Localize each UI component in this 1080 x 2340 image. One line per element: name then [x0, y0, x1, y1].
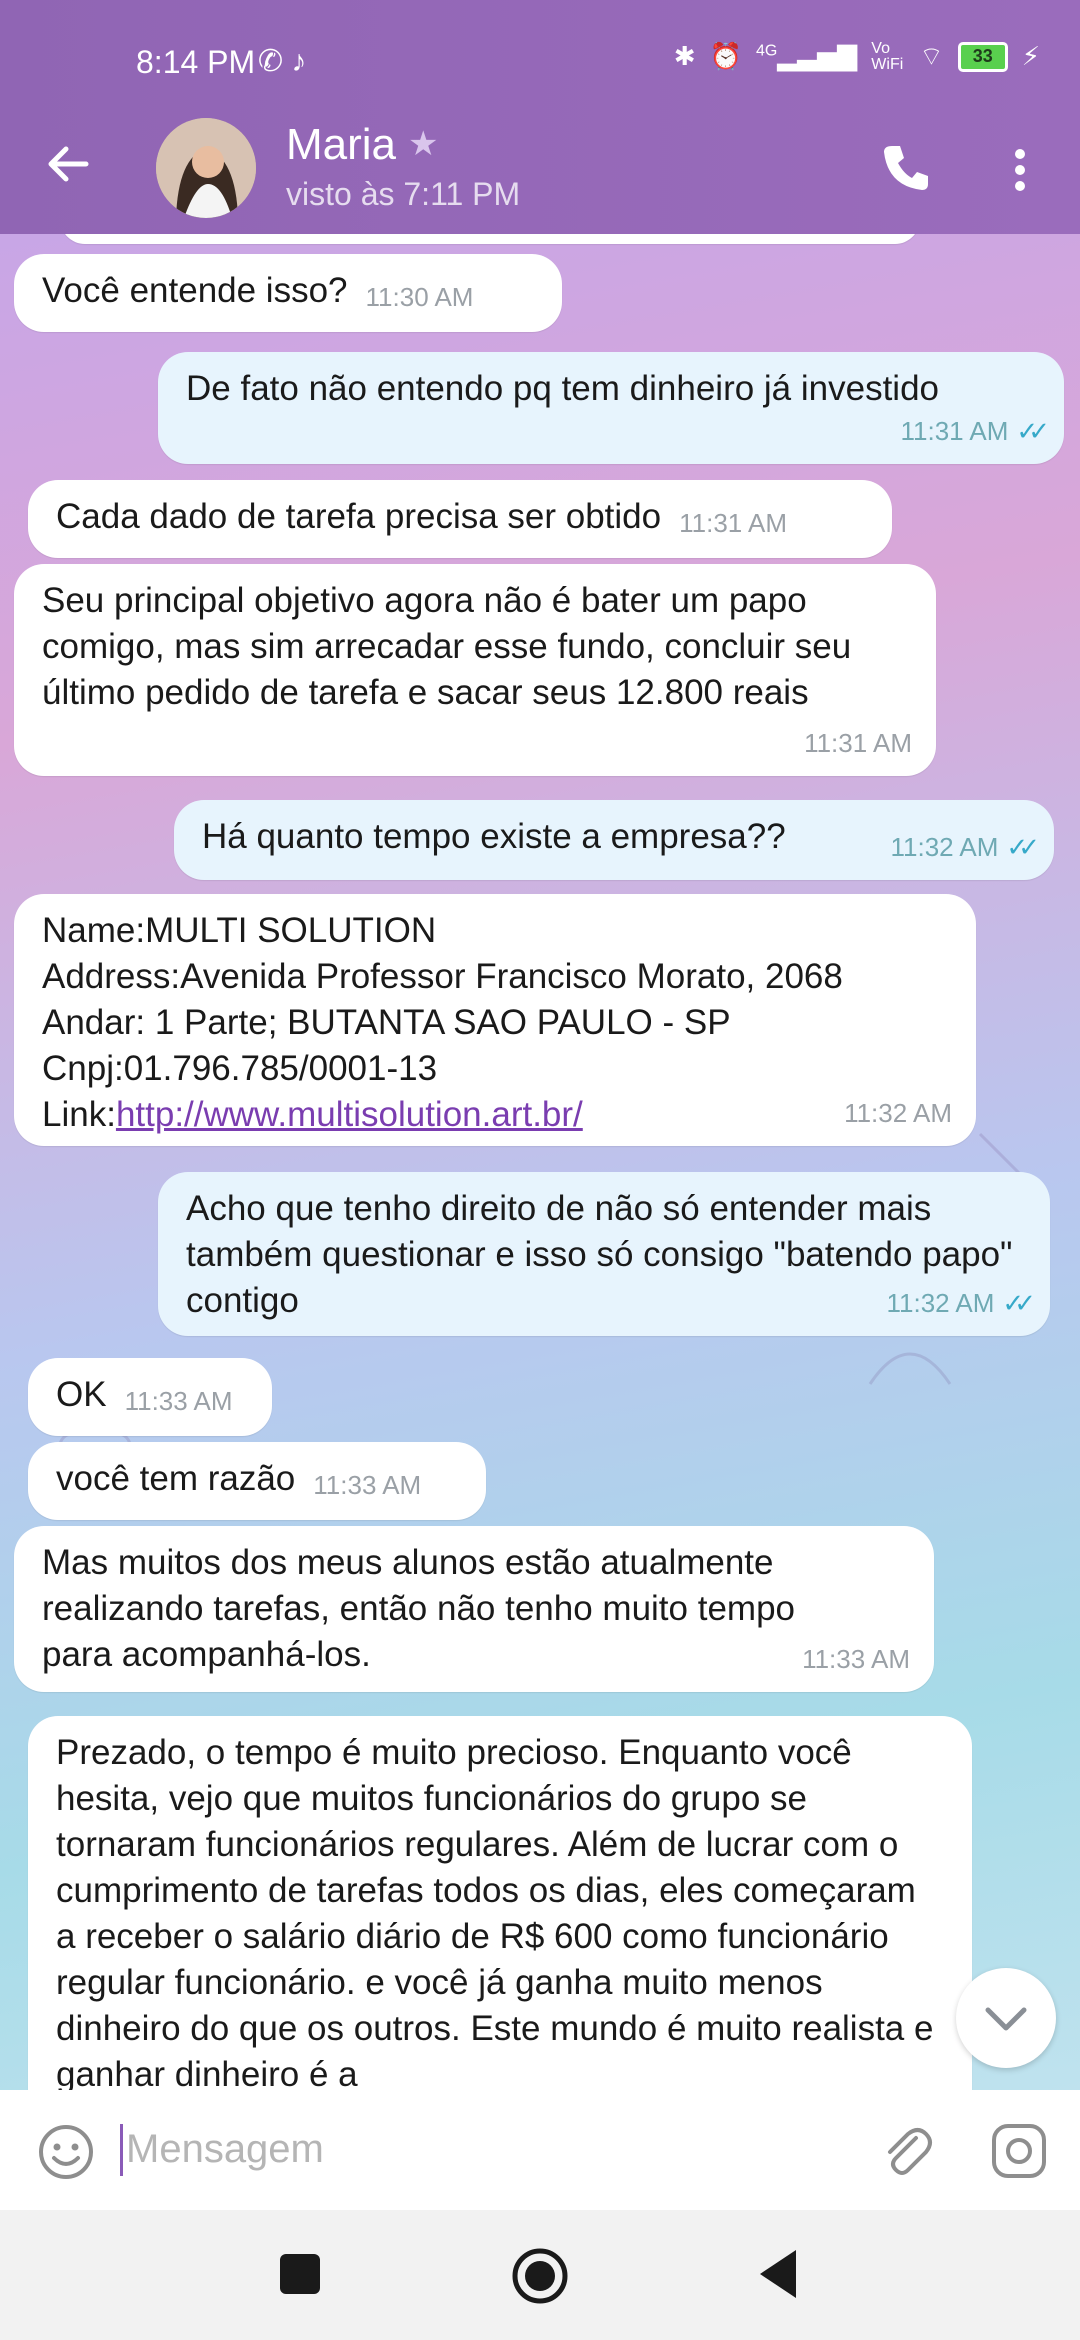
avatar[interactable]: [156, 118, 256, 218]
message-text: você tem razão: [56, 1459, 296, 1498]
last-seen-status: visto às 7:11 PM: [286, 176, 521, 212]
message-text: Mas muitos dos meus alunos estão atualme…: [42, 1543, 795, 1674]
more-options-icon[interactable]: [1000, 140, 1040, 200]
message-text: Você entende isso?: [42, 271, 348, 310]
camera-icon[interactable]: [990, 2122, 1048, 2180]
message-text: OK: [56, 1375, 107, 1414]
status-time: 8:14 PM: [136, 44, 256, 80]
message-line: Name:MULTI SOLUTION: [42, 911, 437, 950]
message-text: Cada dado de tarefa precisa ser obtido: [56, 497, 662, 536]
read-receipt-icon: ✓✓: [1002, 1288, 1035, 1318]
message-line: Andar: 1 Parte; BUTANTA SAO PAULO - SP: [42, 1003, 731, 1042]
message-bubble-incoming[interactable]: Prezado, o tempo é muito precioso. Enqua…: [28, 1716, 972, 2090]
battery-icon: 33: [957, 41, 1008, 72]
message-time: 11:33 AM: [124, 1386, 233, 1416]
vowifi-label: Vo WiFi: [871, 39, 904, 73]
recents-button[interactable]: [280, 2254, 320, 2294]
message-time: 11:31 AM: [679, 508, 788, 538]
message-time: 11:32 AM: [886, 1288, 995, 1318]
system-navigation-bar: [0, 2210, 1080, 2340]
message-bubble-incoming[interactable]: você tem razão 11:33 AM: [28, 1442, 486, 1520]
message-bubble-partial: [60, 234, 920, 244]
tiktok-icon: ♪: [291, 45, 307, 78]
message-time: 11:31 AM: [804, 728, 912, 758]
contact-name[interactable]: Maria: [286, 120, 396, 170]
message-time: 11:32 AM: [890, 832, 999, 862]
status-bar: 8:14 PM ✆ ♪ ✱ ⏰ 4G▂▃▅▇ Vo WiFi ⌔ 33 ⚡: [0, 30, 1080, 96]
message-bubble-incoming[interactable]: Cada dado de tarefa precisa ser obtido 11…: [28, 480, 892, 558]
message-bubble-incoming[interactable]: Seu principal objetivo agora não é bater…: [14, 564, 936, 776]
back-triangle-icon[interactable]: [756, 2246, 800, 2302]
whatsapp-icon: ✆: [258, 45, 284, 78]
message-bubble-outgoing[interactable]: Acho que tenho direito de não só entende…: [158, 1172, 1050, 1336]
message-time: 11:30 AM: [365, 282, 474, 312]
message-line: Address:Avenida Professor Francisco Mora…: [42, 957, 843, 996]
phone-call-icon[interactable]: [876, 138, 936, 198]
text-cursor: [120, 2124, 123, 2176]
message-bubble-incoming[interactable]: Name:MULTI SOLUTION Address:Avenida Prof…: [14, 894, 976, 1146]
message-bubble-outgoing[interactable]: De fato não entendo pq tem dinheiro já i…: [158, 352, 1064, 464]
message-bubble-incoming[interactable]: Mas muitos dos meus alunos estão atualme…: [14, 1526, 934, 1692]
message-time: 11:33 AM: [802, 1644, 910, 1674]
message-time: 11:32 AM: [844, 1098, 952, 1128]
message-text: Seu principal objetivo agora não é bater…: [42, 581, 852, 712]
message-text: Prezado, o tempo é muito precioso. Enqua…: [56, 1733, 934, 2090]
emoji-icon[interactable]: [36, 2122, 96, 2182]
message-text: Há quanto tempo existe a empresa??: [202, 817, 786, 856]
back-arrow-icon[interactable]: [40, 136, 96, 192]
charging-icon: ⚡: [1021, 41, 1040, 71]
message-time: 11:33 AM: [313, 1470, 422, 1500]
read-receipt-icon: ✓✓: [1006, 832, 1039, 862]
message-input[interactable]: [124, 2118, 848, 2180]
home-button[interactable]: [510, 2246, 570, 2306]
star-icon: ★: [408, 125, 439, 163]
read-receipt-icon: ✓✓: [1016, 416, 1049, 446]
wifi-icon: ⌔: [919, 41, 944, 71]
signal-icon: 4G▂▃▅▇: [755, 41, 858, 71]
chat-message-area[interactable]: Você entende isso? 11:30 AM De fato não e…: [0, 234, 1080, 2090]
website-link[interactable]: http://www.multisolution.art.br/: [116, 1095, 583, 1134]
message-line: Cnpj:01.796.785/0001-13: [42, 1049, 438, 1088]
chat-header: Maria ★ visto às 7:11 PM: [0, 110, 1080, 230]
message-bubble-incoming[interactable]: Você entende isso? 11:30 AM: [14, 254, 562, 332]
paperclip-icon[interactable]: [876, 2120, 936, 2180]
message-composer: [0, 2090, 1080, 2210]
scroll-to-bottom-button[interactable]: [956, 1968, 1056, 2068]
link-label: Link:: [42, 1095, 116, 1134]
bluetooth-icon: ✱: [673, 41, 696, 71]
message-bubble-outgoing[interactable]: Há quanto tempo existe a empresa?? 11:32…: [174, 800, 1054, 880]
message-time: 11:31 AM: [900, 416, 1009, 446]
message-bubble-incoming[interactable]: OK 11:33 AM: [28, 1358, 272, 1436]
top-app-bar: 8:14 PM ✆ ♪ ✱ ⏰ 4G▂▃▅▇ Vo WiFi ⌔ 33 ⚡ Ma…: [0, 0, 1080, 234]
alarm-icon: ⏰: [709, 41, 742, 71]
